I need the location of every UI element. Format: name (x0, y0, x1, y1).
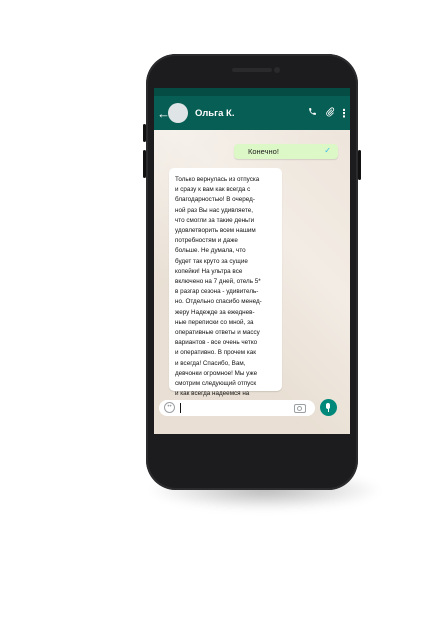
avatar[interactable] (168, 103, 188, 123)
paperclip-icon[interactable] (321, 106, 338, 120)
status-bar (154, 88, 350, 96)
mic-stand (327, 409, 329, 412)
contact-name[interactable]: Ольга К. (195, 108, 304, 119)
front-camera (274, 67, 280, 73)
incoming-message: Только вернулась из отпуска и сразу к ва… (169, 168, 282, 407)
outgoing-message: Конечно! ✓ (234, 144, 338, 159)
arrow-left-icon[interactable]: ← (157, 106, 170, 121)
emoji-icon[interactable]: •• (164, 402, 175, 413)
phone-icon[interactable] (304, 107, 321, 119)
camera-icon[interactable] (294, 404, 306, 413)
earpiece (232, 68, 272, 72)
check-icon: ✓ (324, 146, 331, 155)
volume-up-button (143, 124, 146, 142)
mic-button[interactable] (320, 399, 337, 416)
volume-down-button (143, 150, 146, 178)
message-composer: •• (159, 400, 315, 416)
screen: ← Ольга К. ⋮ Конечно! ✓ Только вернулась… (154, 88, 350, 434)
phone-mockup: ← Ольга К. ⋮ Конечно! ✓ Только вернулась… (143, 54, 361, 490)
message-input[interactable] (183, 400, 293, 416)
incoming-message-text: Только вернулась из отпуска и сразу к ва… (175, 176, 262, 407)
text-cursor (180, 403, 181, 413)
chat-header: ← Ольга К. ⋮ (154, 96, 350, 130)
more-vertical-icon[interactable]: ⋮ (338, 107, 350, 120)
outgoing-message-text: Конечно! (248, 147, 279, 156)
power-button (358, 150, 361, 180)
